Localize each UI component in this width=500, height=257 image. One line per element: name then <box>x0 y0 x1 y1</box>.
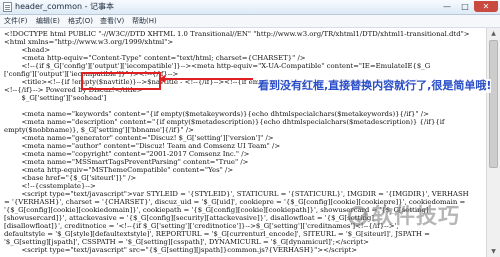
menu-help[interactable]: 帮助(H) <box>132 15 157 27</box>
annotation-text: 看到没有红框,直接替换内容就行了,很是简单哦! <box>258 79 492 93</box>
code-line: <script type="text/javascript" src="{$_G… <box>4 246 358 254</box>
close-button[interactable]: ✕ <box>474 1 498 12</box>
minimize-button[interactable]: — <box>438 1 456 12</box>
annotation-arrow-icon <box>159 75 165 83</box>
code-line: $_G['setting']['seohead'] <box>4 94 107 102</box>
menu-format[interactable]: 格式(O) <box>68 15 93 27</box>
menu-bar: 文件(F) 编辑(E) 格式(O) 查看(V) 帮助(H) <box>0 15 500 28</box>
scroll-down-arrow-icon[interactable]: ▼ <box>487 246 500 257</box>
window-title: header_common - 记事本 <box>15 2 114 11</box>
annotation-arrow-line <box>161 78 253 80</box>
menu-file[interactable]: 文件(F) <box>4 15 28 27</box>
watermark-logo-icon <box>348 206 368 226</box>
scroll-up-arrow-icon[interactable]: ▲ <box>487 28 500 39</box>
vertical-scrollbar[interactable]: ▲ ▼ <box>486 28 500 257</box>
menu-edit[interactable]: 编辑(E) <box>36 15 60 27</box>
watermark-text: 软件技巧 <box>372 204 460 228</box>
title-bar: header_common - 记事本 — □ ✕ <box>0 0 500 15</box>
maximize-button[interactable]: □ <box>456 1 474 12</box>
scroll-thumb[interactable] <box>489 40 498 168</box>
red-highlight-box <box>81 72 161 90</box>
notepad-app-icon <box>3 2 12 12</box>
menu-view[interactable]: 查看(V) <box>100 15 124 27</box>
